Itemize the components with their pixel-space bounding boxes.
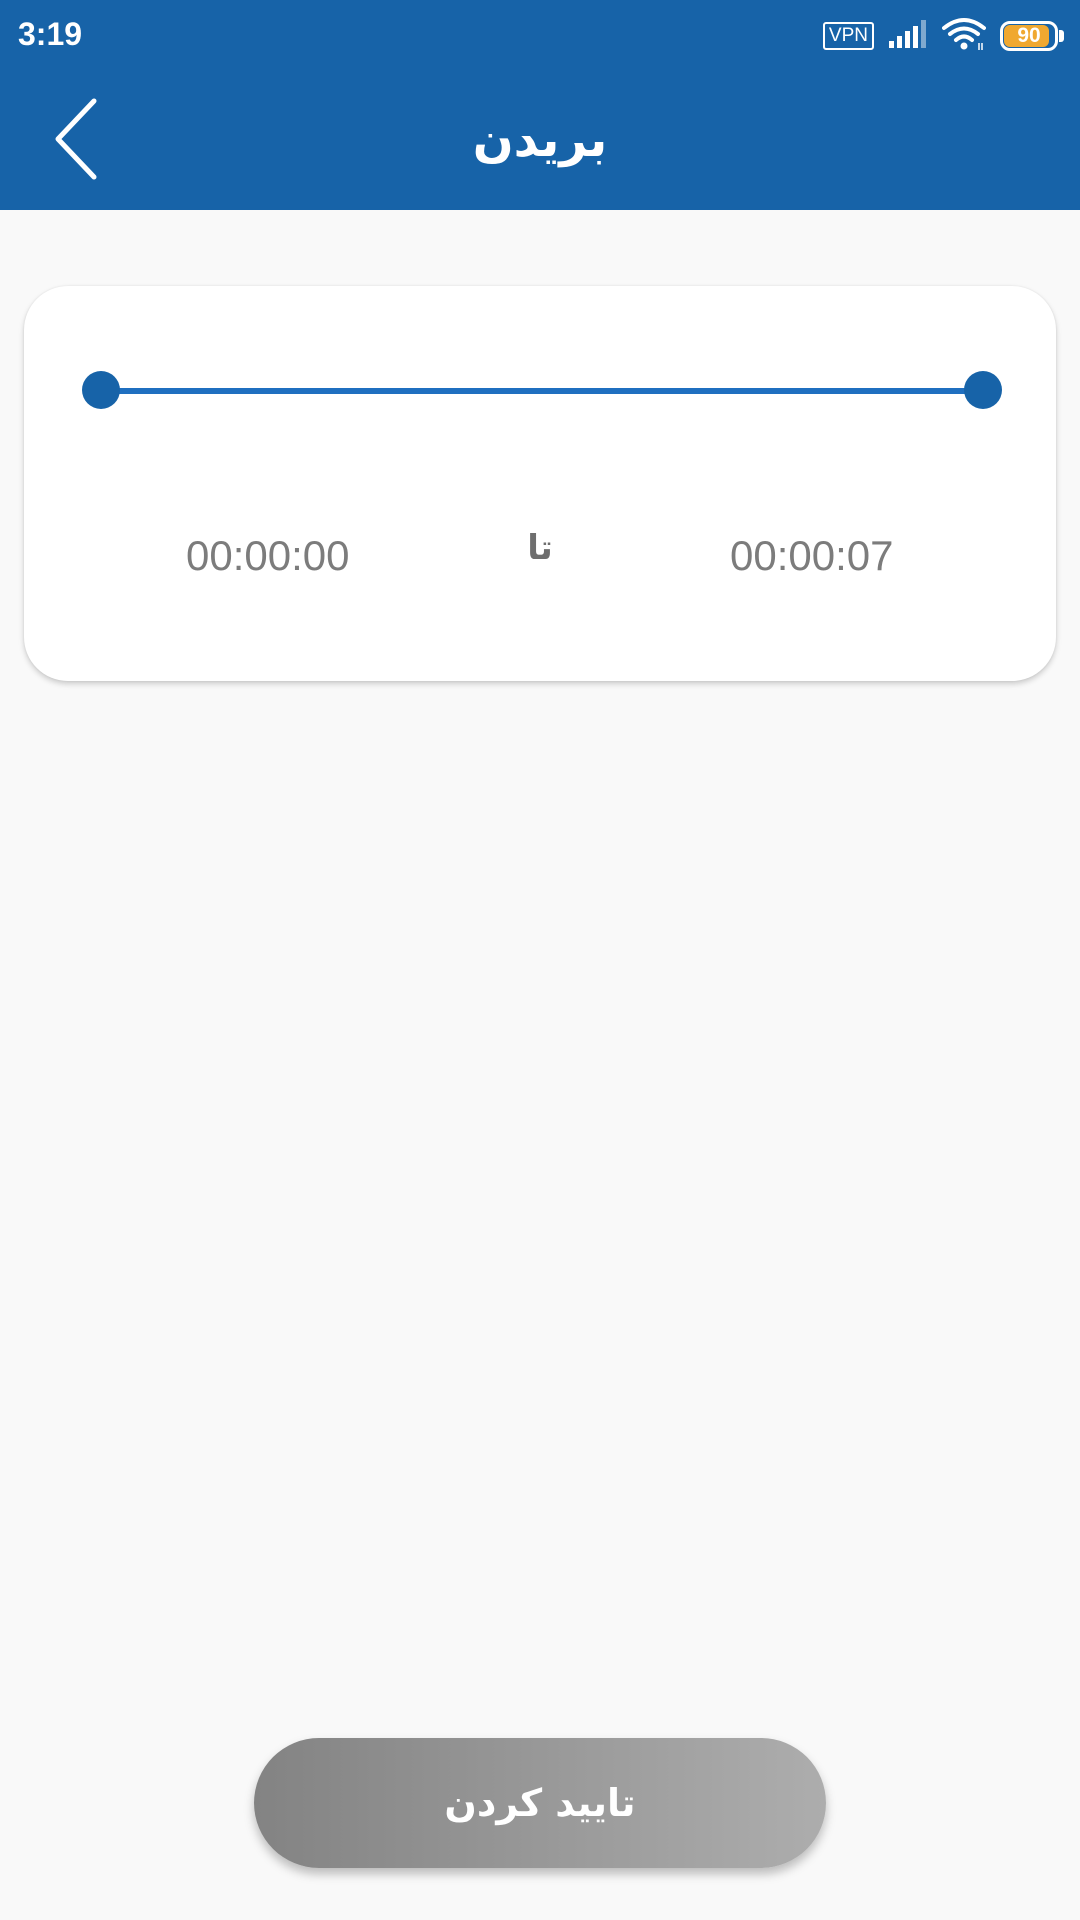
- status-bar: 3:19 VPN 90: [0, 0, 1080, 72]
- confirm-button[interactable]: تایید کردن: [254, 1738, 826, 1868]
- page-title: بریدن: [472, 112, 608, 168]
- time-range-row: 00:00:00 تا 00:00:07: [24, 521, 1056, 591]
- trim-card: 00:00:00 تا 00:00:07: [24, 286, 1056, 681]
- app-header: 3:19 VPN 90 بریدن: [0, 0, 1080, 210]
- trim-screen: 3:19 VPN 90 بریدن 00:00:00 تا 00:00:07 ت…: [0, 0, 1080, 1920]
- range-separator: تا: [527, 528, 553, 568]
- signal-icon: [888, 19, 928, 53]
- end-time-label: 00:00:07: [730, 532, 894, 579]
- start-time-label: 00:00:00: [186, 532, 350, 579]
- battery-cap: [1059, 30, 1064, 42]
- range-start-thumb[interactable]: [82, 371, 120, 409]
- battery-level: 90: [1017, 24, 1041, 47]
- wifi-icon: [942, 17, 986, 55]
- status-icons: VPN 90: [822, 17, 1064, 55]
- trim-range-slider[interactable]: [82, 366, 1002, 416]
- vpn-icon: VPN: [822, 22, 874, 50]
- status-time: 3:19: [18, 16, 83, 52]
- range-end-thumb[interactable]: [964, 371, 1002, 409]
- slider-track: [102, 388, 982, 394]
- battery-icon: 90: [1000, 21, 1064, 51]
